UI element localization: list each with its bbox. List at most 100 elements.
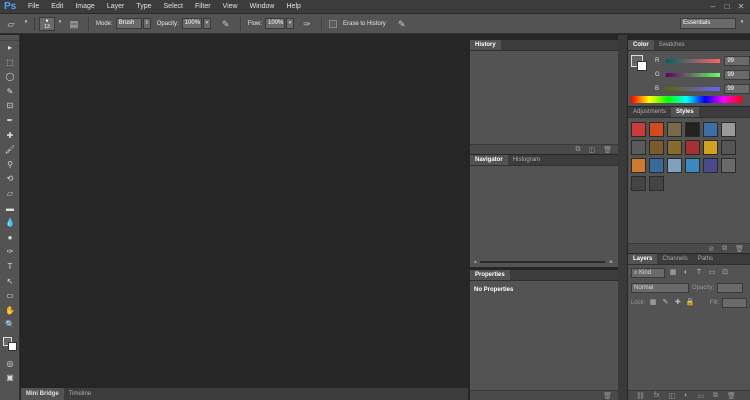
style-swatch[interactable] — [685, 122, 700, 137]
snapshot-icon[interactable]: ◫ — [588, 146, 595, 154]
tab-navigator[interactable]: Navigator — [470, 155, 508, 165]
eraser-icon[interactable]: ▱ — [4, 17, 18, 31]
style-swatch[interactable] — [703, 158, 718, 173]
filter-kind-select[interactable]: ⌕ Kind — [631, 268, 665, 278]
new-group-icon[interactable]: ▭ — [697, 392, 704, 400]
style-swatch[interactable] — [631, 176, 646, 191]
smart-object-filter-icon[interactable]: ⊡ — [720, 268, 730, 278]
style-swatch[interactable] — [667, 122, 682, 137]
erase-history-checkbox[interactable] — [329, 19, 338, 28]
menu-image[interactable]: Image — [69, 0, 100, 14]
menu-edit[interactable]: Edit — [45, 0, 69, 14]
quick-select-icon[interactable]: ✎ — [0, 85, 20, 100]
blue-slider[interactable] — [666, 87, 721, 91]
clone-stamp-icon[interactable]: ⚲ — [0, 158, 20, 173]
brush-panel-icon[interactable]: ▤ — [67, 17, 81, 31]
screen-mode-icon[interactable]: ▣ — [0, 371, 20, 386]
minimize-button[interactable]: – — [706, 0, 720, 14]
history-brush-icon[interactable]: ⟲ — [0, 172, 20, 187]
layer-mask-icon[interactable]: ◫ — [668, 392, 675, 400]
layer-fill-input[interactable] — [722, 298, 748, 308]
style-swatch[interactable] — [649, 140, 664, 155]
type-filter-icon[interactable]: T — [694, 268, 704, 278]
zoom-in-icon[interactable]: ▲ — [608, 259, 614, 265]
style-swatch[interactable] — [631, 158, 646, 173]
lock-image-icon[interactable]: ✎ — [661, 298, 670, 308]
brush-preset-picker[interactable]: ● 13 — [39, 16, 55, 31]
style-swatch[interactable] — [649, 176, 664, 191]
link-layers-icon[interactable]: ⛓ — [636, 392, 645, 400]
trash-icon[interactable]: 🗑 — [603, 392, 612, 400]
pen-icon[interactable]: ✑ — [0, 245, 20, 260]
style-swatch[interactable] — [721, 158, 736, 173]
style-swatch[interactable] — [703, 140, 718, 155]
zoom-slider[interactable] — [480, 260, 606, 263]
tool-preset-dropdown[interactable]: ▾ — [22, 18, 30, 29]
menu-select[interactable]: Select — [158, 0, 189, 14]
airbrush-icon[interactable]: ✑ — [300, 17, 314, 31]
adjustment-layer-icon[interactable]: ◐ — [684, 392, 688, 399]
healing-icon[interactable]: ✚ — [0, 129, 20, 144]
blend-mode-select[interactable]: Normal — [631, 283, 689, 293]
quick-mask-icon[interactable]: ◎ — [0, 357, 20, 372]
style-swatch[interactable] — [721, 122, 736, 137]
lock-transparent-icon[interactable]: ▦ — [648, 298, 657, 308]
tab-layers[interactable]: Layers — [628, 254, 658, 264]
marquee-icon[interactable]: ⬚ — [0, 56, 20, 71]
blue-value[interactable]: 99 — [724, 84, 750, 94]
hand-icon[interactable]: ✋ — [0, 304, 20, 319]
workspace-switcher[interactable]: Essentials — [680, 18, 736, 29]
green-value[interactable]: 99 — [724, 70, 750, 80]
tab-timeline[interactable]: Timeline — [64, 388, 96, 400]
menu-type[interactable]: Type — [130, 0, 157, 14]
opacity-input[interactable]: 100% — [181, 18, 202, 29]
pressure-size-icon[interactable]: ✎ — [395, 17, 409, 31]
tab-history[interactable]: History — [470, 40, 501, 50]
zoom-out-icon[interactable]: ▴ — [474, 258, 477, 265]
lock-position-icon[interactable]: ✚ — [673, 298, 682, 308]
background-color-swatch[interactable] — [8, 341, 17, 351]
tab-styles[interactable]: Styles — [671, 107, 699, 117]
trash-icon[interactable]: 🗑 — [735, 245, 744, 253]
style-swatch[interactable] — [721, 140, 736, 155]
new-style-icon[interactable]: ⧉ — [722, 245, 727, 253]
no-style-icon[interactable]: ⊘ — [708, 245, 714, 253]
move-icon[interactable]: ▸ — [0, 41, 20, 56]
layer-opacity-input[interactable] — [717, 283, 744, 293]
brush-preset-dropdown[interactable]: ▾ — [56, 18, 64, 29]
tab-paths[interactable]: Paths — [693, 254, 718, 264]
style-swatch[interactable] — [649, 122, 664, 137]
color-spectrum-ramp[interactable] — [631, 96, 742, 103]
opacity-dropdown[interactable]: ▾ — [202, 18, 211, 29]
crop-icon[interactable]: ⊡ — [0, 99, 20, 114]
eyedropper-icon[interactable]: ✒ — [0, 114, 20, 129]
shape-icon[interactable]: ▭ — [0, 289, 20, 304]
eraser-icon[interactable]: ▱ — [0, 187, 20, 202]
close-button[interactable]: ✕ — [734, 0, 748, 14]
tab-properties[interactable]: Properties — [470, 270, 510, 280]
tab-color[interactable]: Color — [628, 40, 654, 50]
menu-file[interactable]: File — [22, 0, 45, 14]
workspace-dropdown[interactable]: ▾ — [738, 18, 746, 29]
style-swatch[interactable] — [703, 122, 718, 137]
pixel-filter-icon[interactable]: ▦ — [668, 268, 678, 278]
menu-window[interactable]: Window — [244, 0, 281, 14]
type-icon[interactable]: T — [0, 260, 20, 275]
red-slider[interactable] — [666, 59, 721, 63]
dodge-icon[interactable]: ● — [0, 231, 20, 246]
style-swatch[interactable] — [667, 158, 682, 173]
style-swatch[interactable] — [685, 140, 700, 155]
gradient-icon[interactable]: ▬ — [0, 202, 20, 217]
path-select-icon[interactable]: ↖ — [0, 275, 20, 290]
tab-mini-bridge[interactable]: Mini Bridge — [21, 388, 64, 400]
shape-filter-icon[interactable]: ▭ — [707, 268, 717, 278]
mode-select[interactable]: Brush — [115, 18, 142, 29]
tab-channels[interactable]: Channels — [657, 254, 692, 264]
menu-layer[interactable]: Layer — [101, 0, 131, 14]
menu-help[interactable]: Help — [281, 0, 307, 14]
pressure-opacity-icon[interactable]: ✎ — [219, 17, 233, 31]
brush-icon[interactable]: 🖌 — [0, 143, 20, 158]
maximize-button[interactable]: □ — [720, 0, 734, 14]
flow-dropdown[interactable]: ▾ — [286, 18, 295, 29]
adjustment-filter-icon[interactable]: ◐ — [681, 268, 691, 278]
